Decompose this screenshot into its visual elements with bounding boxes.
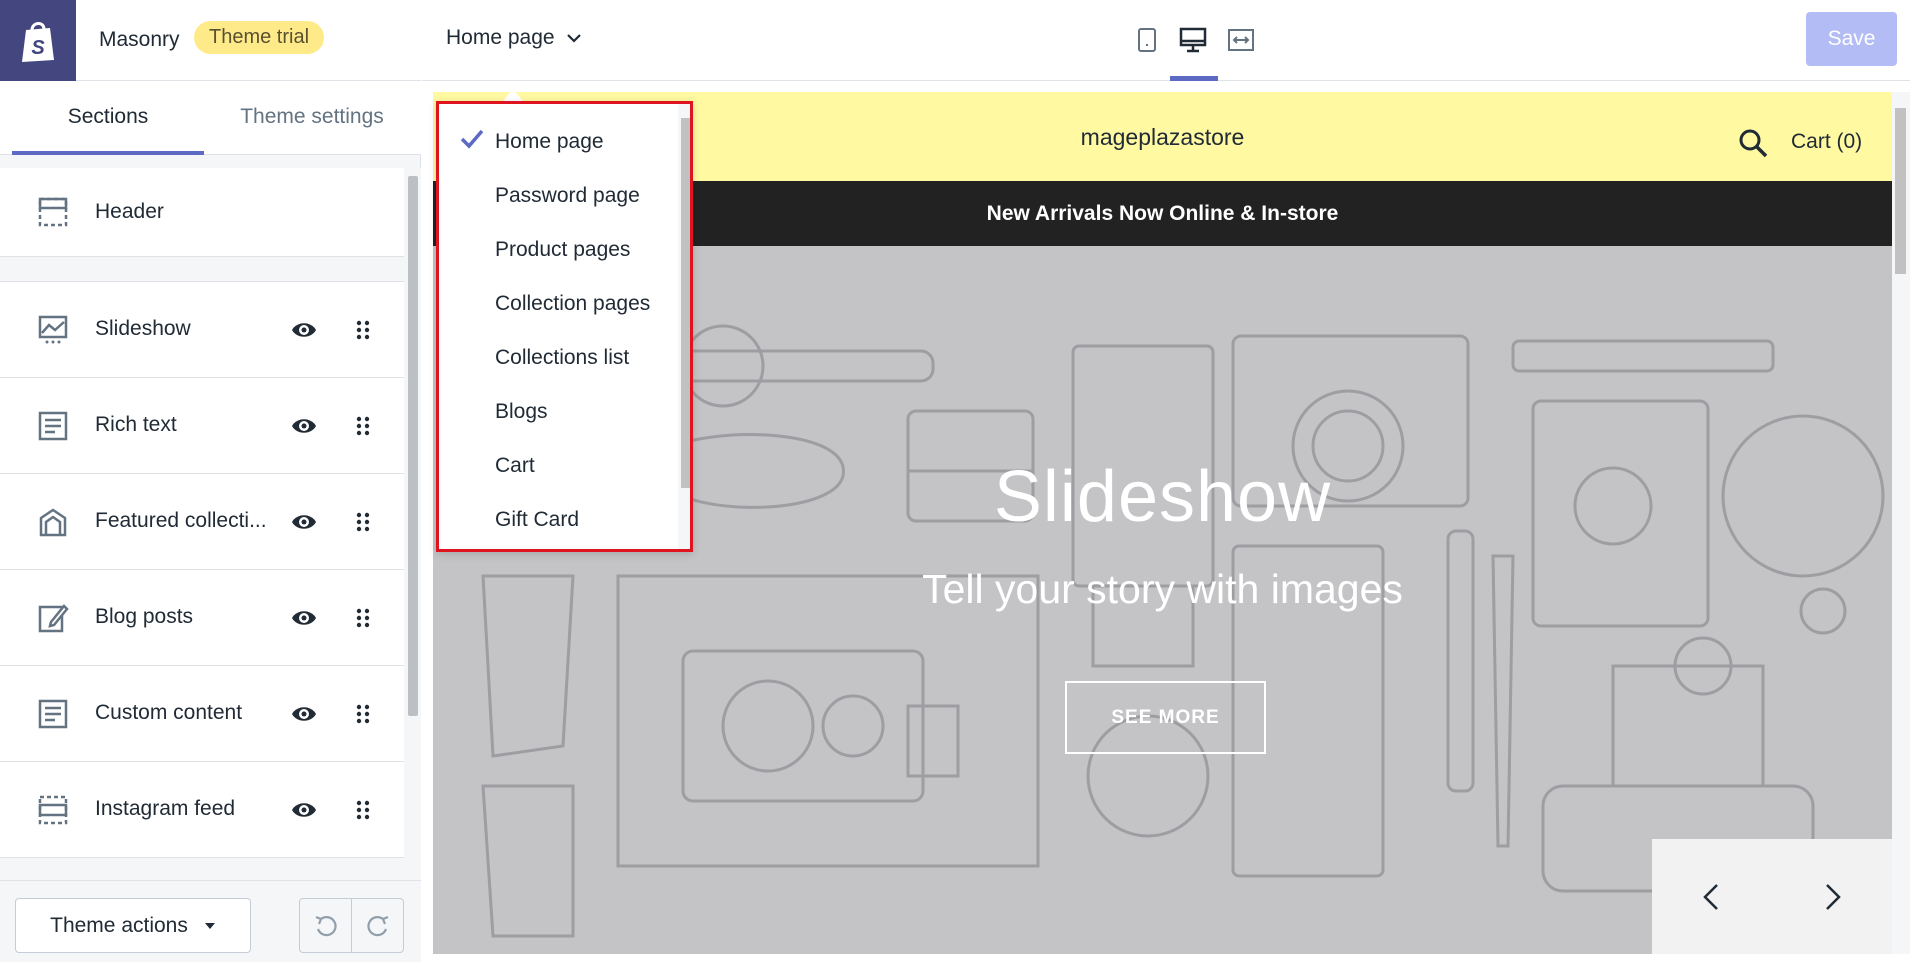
svg-text:S: S: [31, 37, 45, 59]
section-label: Featured collecti...: [95, 509, 267, 532]
dropdown-item-blogs[interactable]: Blogs: [439, 385, 676, 439]
active-view-indicator: [1170, 76, 1218, 81]
mobile-view-icon: [1138, 28, 1156, 52]
desktop-view-button[interactable]: [1176, 22, 1210, 58]
tab-theme-settings[interactable]: Theme settings: [204, 81, 420, 155]
shopify-logo[interactable]: S: [0, 0, 76, 81]
section-item-header[interactable]: Header: [0, 168, 404, 257]
theme-trial-badge: Theme trial: [194, 21, 325, 54]
section-label: Rich text: [95, 413, 177, 436]
dropdown-item-product-pages[interactable]: Product pages: [439, 223, 676, 277]
theme-header: S Masonry Theme trial: [0, 0, 421, 81]
editor-topbar: Home page Save: [422, 0, 1910, 81]
drag-handle-icon[interactable]: [353, 702, 373, 726]
sections-scrollbar[interactable]: [404, 168, 421, 880]
page-selector-label: Home page: [446, 26, 555, 49]
theme-actions-label: Theme actions: [50, 913, 188, 937]
page-selector[interactable]: Home page: [446, 26, 581, 50]
dropdown-item-password-page[interactable]: Password page: [439, 169, 676, 223]
text-block-icon: [38, 699, 68, 729]
sidebar-tabs: Sections Theme settings: [0, 81, 421, 155]
cart-link[interactable]: Cart (0): [1791, 130, 1862, 154]
redo-button[interactable]: [351, 898, 404, 953]
page-selector-dropdown: Home page Password page Product pages Co…: [436, 101, 693, 552]
tab-sections[interactable]: Sections: [12, 81, 204, 155]
fullscreen-view-icon: [1228, 29, 1254, 51]
dropdown-item-collection-pages[interactable]: Collection pages: [439, 277, 676, 331]
section-item-instagram-feed[interactable]: Instagram feed: [0, 762, 404, 858]
sections-divider: [0, 257, 404, 282]
theme-editor-sidebar: S Masonry Theme trial Sections Theme set…: [0, 0, 421, 962]
eye-icon[interactable]: [290, 316, 318, 344]
dropdown-item-home-page[interactable]: Home page: [439, 115, 676, 169]
chevron-down-icon: [566, 33, 581, 43]
section-item-featured-collection[interactable]: Featured collecti...: [0, 474, 404, 570]
sections-list: Header Slideshow Rich text Featured coll…: [0, 168, 404, 870]
theme-actions-button[interactable]: Theme actions: [15, 898, 251, 953]
chevron-right-icon[interactable]: [1817, 879, 1847, 915]
blog-edit-icon: [38, 604, 69, 633]
undo-button[interactable]: [299, 898, 352, 953]
footer-layout-icon: [38, 795, 68, 825]
dropdown-scrollbar[interactable]: [678, 104, 690, 549]
fullscreen-view-button[interactable]: [1224, 22, 1258, 58]
dropdown-pointer: [503, 89, 523, 101]
scrollbar-thumb[interactable]: [681, 118, 690, 488]
search-icon[interactable]: [1738, 128, 1768, 158]
eye-icon[interactable]: [290, 508, 318, 536]
section-item-blog-posts[interactable]: Blog posts: [0, 570, 404, 666]
section-item-rich-text[interactable]: Rich text: [0, 378, 404, 474]
desktop-view-icon: [1179, 27, 1207, 53]
collection-icon: [39, 508, 67, 537]
slideshow-icon: [38, 315, 68, 344]
dropdown-item-cart[interactable]: Cart: [439, 439, 676, 493]
sidebar-footer: Theme actions: [0, 880, 421, 962]
preview-scrollbar[interactable]: [1892, 92, 1910, 954]
mobile-view-button[interactable]: [1130, 22, 1164, 58]
section-label: Custom content: [95, 701, 243, 724]
drag-handle-icon[interactable]: [353, 606, 373, 630]
dropdown-item-gift-card[interactable]: Gift Card: [439, 493, 676, 547]
redo-icon: [366, 915, 388, 936]
section-label: Header: [95, 200, 164, 223]
section-label: Slideshow: [95, 317, 191, 340]
section-label: Instagram feed: [95, 797, 236, 820]
section-item-slideshow[interactable]: Slideshow: [0, 282, 404, 378]
section-item-custom-content[interactable]: Custom content: [0, 666, 404, 762]
shopify-bag-icon: S: [22, 21, 54, 62]
slideshow-controls: [1652, 839, 1892, 954]
drag-handle-icon[interactable]: [353, 414, 373, 438]
see-more-button[interactable]: SEE MORE: [1065, 681, 1266, 754]
text-block-icon: [38, 411, 68, 441]
drag-handle-icon[interactable]: [353, 318, 373, 342]
eye-icon[interactable]: [290, 412, 318, 440]
dropdown-item-collections-list[interactable]: Collections list: [439, 331, 676, 385]
eye-icon[interactable]: [290, 604, 318, 632]
eye-icon[interactable]: [290, 700, 318, 728]
section-label: Blog posts: [95, 605, 194, 628]
scrollbar-thumb[interactable]: [1895, 108, 1906, 274]
theme-name: Masonry: [99, 28, 180, 51]
header-layout-icon: [38, 197, 68, 227]
drag-handle-icon[interactable]: [353, 798, 373, 822]
drag-handle-icon[interactable]: [353, 510, 373, 534]
chevron-left-icon[interactable]: [1697, 879, 1727, 915]
save-button[interactable]: Save: [1806, 12, 1897, 66]
scrollbar-thumb[interactable]: [408, 176, 418, 716]
eye-icon[interactable]: [290, 796, 318, 824]
undo-icon: [315, 915, 337, 936]
hero-subtitle: Tell your story with images: [922, 566, 1403, 612]
caret-down-icon: [204, 922, 215, 929]
